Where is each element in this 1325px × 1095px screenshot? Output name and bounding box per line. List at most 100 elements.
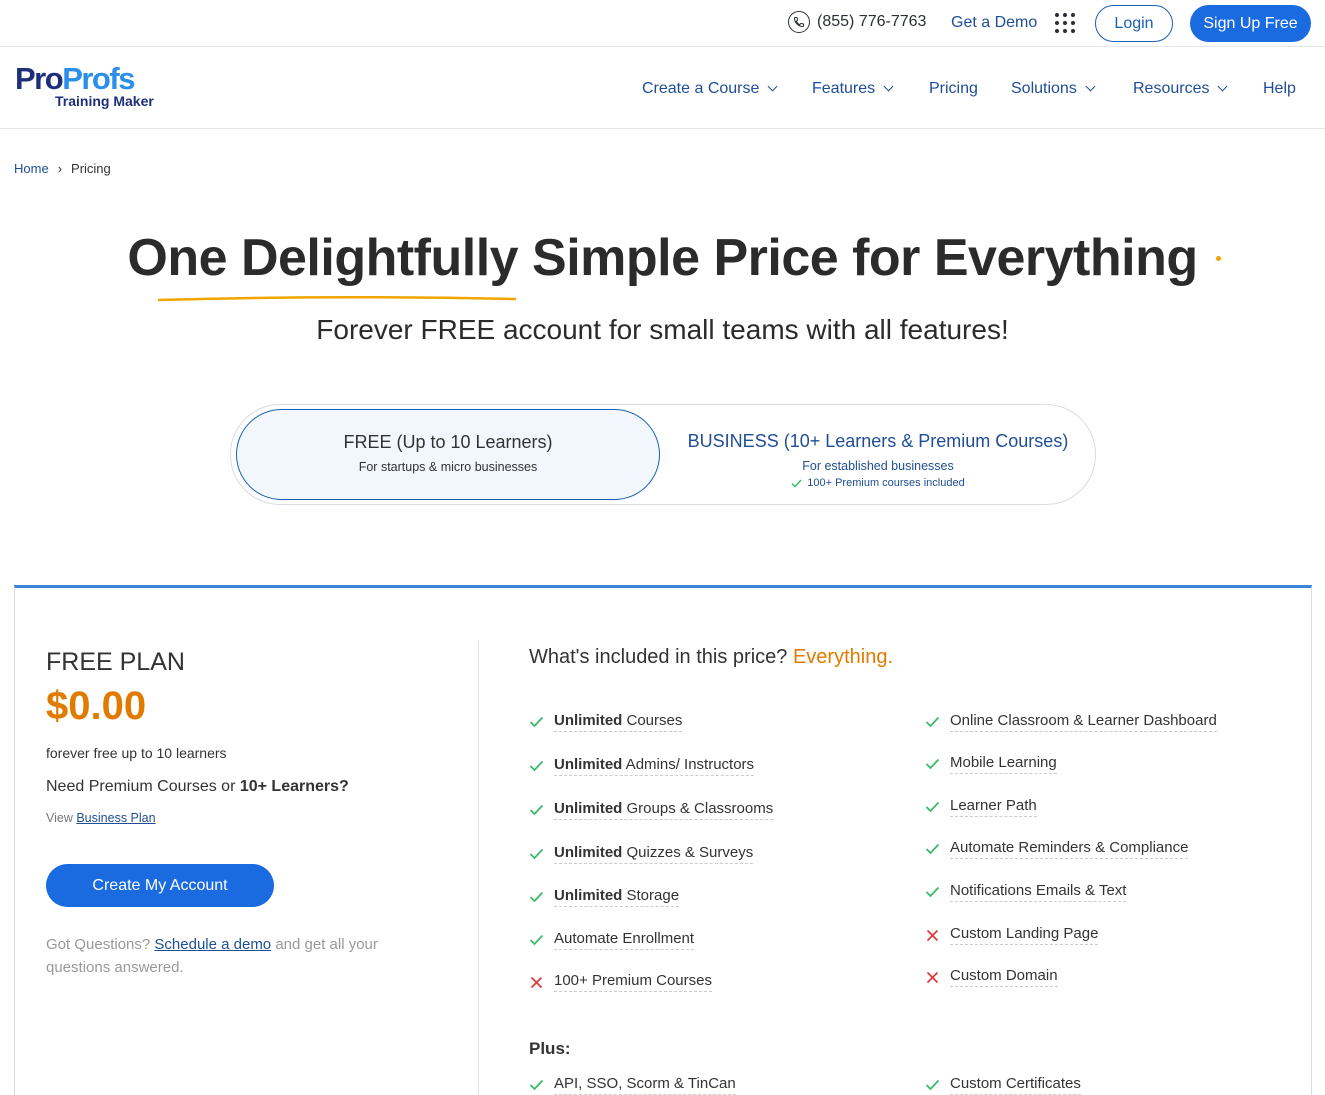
view-business-plan: View Business Plan bbox=[46, 811, 156, 825]
plan-description: forever free up to 10 learners bbox=[46, 745, 227, 761]
card-divider bbox=[478, 640, 479, 1095]
chevron-down-icon bbox=[1085, 81, 1096, 92]
plan-upsell-bold: 10+ Learners? bbox=[239, 778, 349, 795]
feature-label: Unlimited Admins/ Instructors bbox=[554, 756, 755, 776]
feature-label: Unlimited Storage bbox=[554, 887, 680, 907]
business-plan-tab[interactable]: BUSINESS (10+ Learners & Premium Courses… bbox=[671, 409, 1085, 500]
check-icon bbox=[529, 715, 544, 730]
free-plan-tab[interactable]: FREE (Up to 10 Learners) For startups & … bbox=[236, 409, 660, 500]
feature-item: Notifications Emails & Text bbox=[925, 882, 1127, 902]
plan-name: FREE PLAN bbox=[46, 648, 185, 676]
login-button[interactable]: Login bbox=[1095, 5, 1173, 42]
sign-up-button[interactable]: Sign Up Free bbox=[1190, 5, 1311, 42]
check-icon bbox=[925, 757, 940, 772]
cross-icon bbox=[925, 970, 940, 985]
check-icon bbox=[925, 842, 940, 857]
check-icon bbox=[529, 803, 544, 818]
feature-label: Mobile Learning bbox=[950, 754, 1057, 774]
included-heading: What's included in this price? Everythin… bbox=[529, 646, 893, 669]
feature-label: 100+ Premium Courses bbox=[554, 972, 712, 992]
plan-price: $0.00 bbox=[46, 684, 147, 728]
nav-resources[interactable]: Resources bbox=[1133, 80, 1228, 98]
questions-prefix: Got Questions? bbox=[46, 936, 155, 953]
feature-label-text: Custom Certificates bbox=[950, 1075, 1081, 1092]
nav-features[interactable]: Features bbox=[812, 80, 894, 98]
feature-label: Notifications Emails & Text bbox=[950, 882, 1127, 902]
feature-label-text: 100+ Premium Courses bbox=[554, 972, 712, 989]
business-plan-tab-note: 100+ Premium courses included bbox=[671, 477, 1085, 489]
chevron-down-icon bbox=[883, 81, 894, 92]
plan-upsell-text: Need Premium Courses or 10+ Learners? bbox=[46, 778, 349, 796]
feature-item: Online Classroom & Learner Dashboard bbox=[925, 712, 1217, 732]
feature-item: Mobile Learning bbox=[925, 754, 1057, 774]
feature-label-text: Learner Path bbox=[950, 797, 1037, 814]
nav-resources-label: Resources bbox=[1133, 80, 1210, 97]
feature-label-text: Custom Domain bbox=[950, 967, 1058, 984]
nav-help-label: Help bbox=[1263, 80, 1296, 97]
feature-item: Automate Enrollment bbox=[529, 930, 695, 950]
free-plan-tab-subtitle: For startups & micro businesses bbox=[358, 460, 538, 474]
chevron-down-icon bbox=[767, 81, 778, 92]
feature-label-text: Custom Landing Page bbox=[950, 925, 1099, 942]
check-icon bbox=[925, 715, 940, 730]
feature-label: Custom Domain bbox=[950, 967, 1058, 987]
feature-label-text: Automate Enrollment bbox=[554, 930, 695, 947]
get-demo-link[interactable]: Get a Demo bbox=[951, 14, 1037, 32]
business-plan-link[interactable]: Business Plan bbox=[76, 811, 155, 825]
feature-item: Unlimited Storage bbox=[529, 887, 680, 907]
check-icon bbox=[529, 933, 544, 948]
check-icon bbox=[529, 759, 544, 774]
breadcrumb: Home › Pricing bbox=[14, 161, 111, 176]
free-plan-tab-title: FREE (Up to 10 Learners) bbox=[343, 432, 553, 452]
feature-item: Custom Landing Page bbox=[925, 925, 1099, 945]
apps-grid-icon[interactable] bbox=[1055, 13, 1075, 33]
feature-item: Custom Certificates bbox=[925, 1075, 1081, 1095]
feature-label-text: Groups & Classrooms bbox=[622, 800, 774, 817]
feature-label: Unlimited Quizzes & Surveys bbox=[554, 844, 754, 864]
nav-pricing-label: Pricing bbox=[929, 80, 978, 97]
feature-item: Learner Path bbox=[925, 797, 1037, 817]
feature-item: API, SSO, Scorm & TinCan bbox=[529, 1075, 736, 1095]
feature-label-text: Automate Reminders & Compliance bbox=[950, 839, 1189, 856]
nav-create-course-label: Create a Course bbox=[642, 80, 760, 97]
check-icon bbox=[529, 1078, 544, 1093]
phone-link[interactable]: (855) 776-7763 bbox=[788, 11, 926, 33]
feature-label-text: Notifications Emails & Text bbox=[950, 882, 1127, 899]
feature-label-text: Quizzes & Surveys bbox=[622, 844, 754, 861]
nav-solutions[interactable]: Solutions bbox=[1011, 80, 1096, 98]
nav-solutions-label: Solutions bbox=[1011, 80, 1077, 97]
feature-label-text: API, SSO, Scorm & TinCan bbox=[554, 1075, 736, 1092]
nav-help[interactable]: Help bbox=[1263, 80, 1296, 98]
included-heading-accent: Everything. bbox=[792, 646, 894, 668]
plus-heading: Plus: bbox=[529, 1039, 571, 1058]
phone-icon bbox=[788, 11, 810, 33]
feature-label-bold: Unlimited bbox=[554, 800, 623, 817]
feature-label-bold: Unlimited bbox=[554, 712, 623, 729]
schedule-demo-link[interactable]: Schedule a demo bbox=[154, 936, 271, 953]
cross-icon bbox=[529, 975, 544, 990]
check-icon bbox=[925, 1078, 940, 1093]
breadcrumb-current: Pricing bbox=[71, 161, 111, 176]
breadcrumb-home[interactable]: Home bbox=[14, 161, 49, 176]
feature-label-bold: Unlimited bbox=[554, 756, 623, 773]
feature-label: Online Classroom & Learner Dashboard bbox=[950, 712, 1217, 732]
check-icon bbox=[791, 478, 802, 488]
nav-create-course[interactable]: Create a Course bbox=[642, 80, 778, 98]
feature-item: Unlimited Admins/ Instructors bbox=[529, 756, 755, 776]
feature-label: Custom Certificates bbox=[950, 1075, 1081, 1095]
proprofs-logo[interactable]: ProProfs Training Maker bbox=[15, 63, 154, 109]
create-account-button[interactable]: Create My Account bbox=[46, 864, 274, 907]
feature-label: Unlimited Courses bbox=[554, 712, 683, 732]
feature-label: Learner Path bbox=[950, 797, 1037, 817]
feature-label: Custom Landing Page bbox=[950, 925, 1099, 945]
business-plan-tab-subtitle: For established businesses bbox=[802, 459, 954, 473]
feature-label-text: Courses bbox=[622, 712, 683, 729]
logo-profs: Profs bbox=[62, 61, 135, 96]
feature-item: 100+ Premium Courses bbox=[529, 972, 712, 992]
nav-pricing[interactable]: Pricing bbox=[929, 80, 978, 98]
business-plan-tab-note-text: 100+ Premium courses included bbox=[807, 477, 965, 489]
feature-item: Unlimited Courses bbox=[529, 712, 683, 732]
feature-item: Unlimited Quizzes & Surveys bbox=[529, 844, 754, 864]
feature-label-text: Online Classroom & Learner Dashboard bbox=[950, 712, 1217, 729]
plan-toggle: FREE (Up to 10 Learners) For startups & … bbox=[230, 404, 1096, 505]
